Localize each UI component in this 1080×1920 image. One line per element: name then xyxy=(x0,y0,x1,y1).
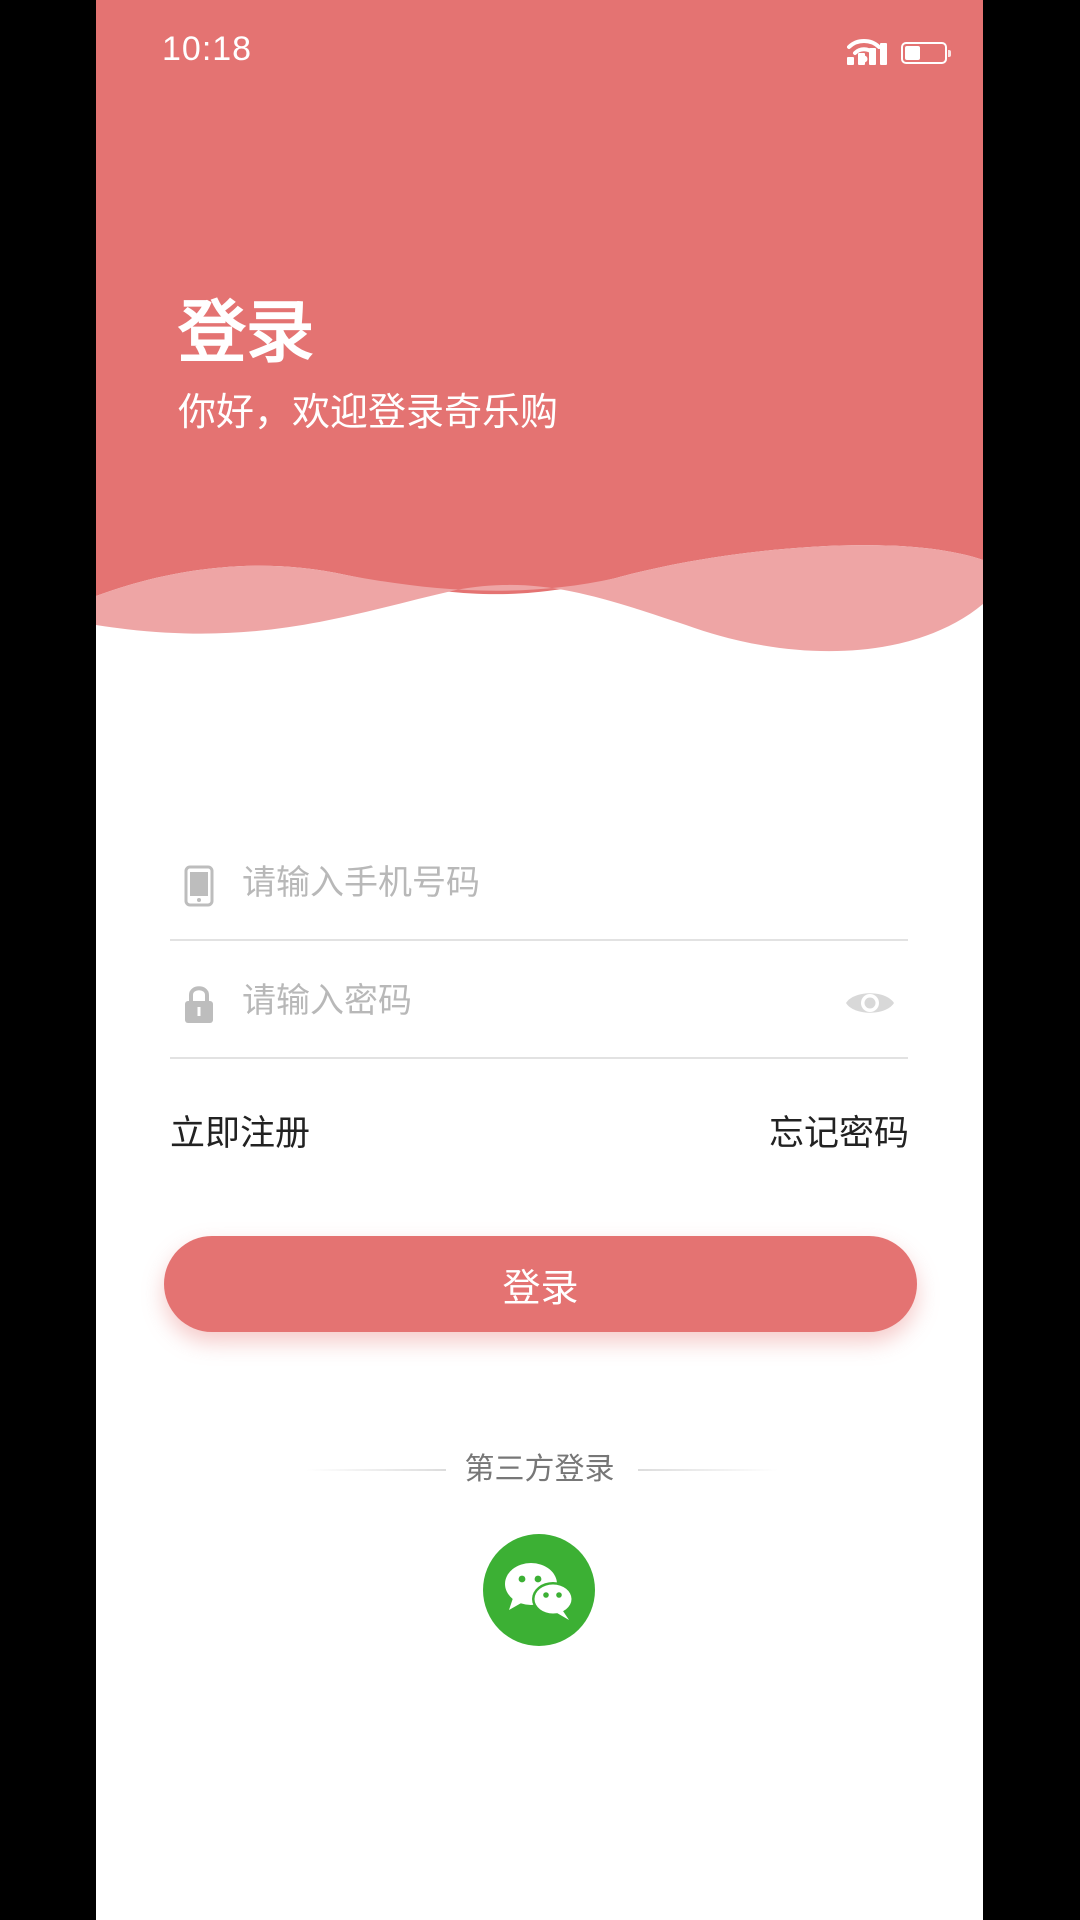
header-banner: 10:18 登录 你好，欢迎登录奇乐购 xyxy=(96,0,983,680)
battery-level xyxy=(905,46,920,60)
forgot-password-link[interactable]: 忘记密码 xyxy=(769,1117,909,1152)
battery-icon xyxy=(901,42,951,64)
wechat-login-button[interactable] xyxy=(483,1534,595,1646)
page-title: 登录 xyxy=(178,294,315,373)
third-party-label: 第三方登录 xyxy=(464,1452,615,1487)
wifi-icon xyxy=(847,39,881,63)
register-link[interactable]: 立即注册 xyxy=(170,1117,310,1152)
password-field xyxy=(170,941,908,1059)
status-time: 10:18 xyxy=(162,30,253,68)
wechat-icon xyxy=(505,1563,574,1620)
page-subtitle: 你好，欢迎登录奇乐购 xyxy=(178,390,559,434)
phone-input[interactable] xyxy=(242,853,802,913)
divider-line-right xyxy=(638,1469,778,1471)
third-party-divider: 第三方登录 xyxy=(96,1448,983,1492)
login-screen: 10:18 登录 你好，欢迎登录奇乐购 请输入手机号码 立即注册 忘记密码 登录… xyxy=(96,0,983,1920)
login-button[interactable]: 登录 xyxy=(164,1236,917,1332)
status-icons xyxy=(847,38,951,68)
lock-icon xyxy=(185,986,213,1023)
password-input[interactable] xyxy=(242,971,802,1031)
eye-icon[interactable] xyxy=(844,987,896,1019)
phone-icon xyxy=(184,865,214,907)
status-bar: 10:18 xyxy=(96,0,983,110)
phone-field xyxy=(170,823,908,941)
